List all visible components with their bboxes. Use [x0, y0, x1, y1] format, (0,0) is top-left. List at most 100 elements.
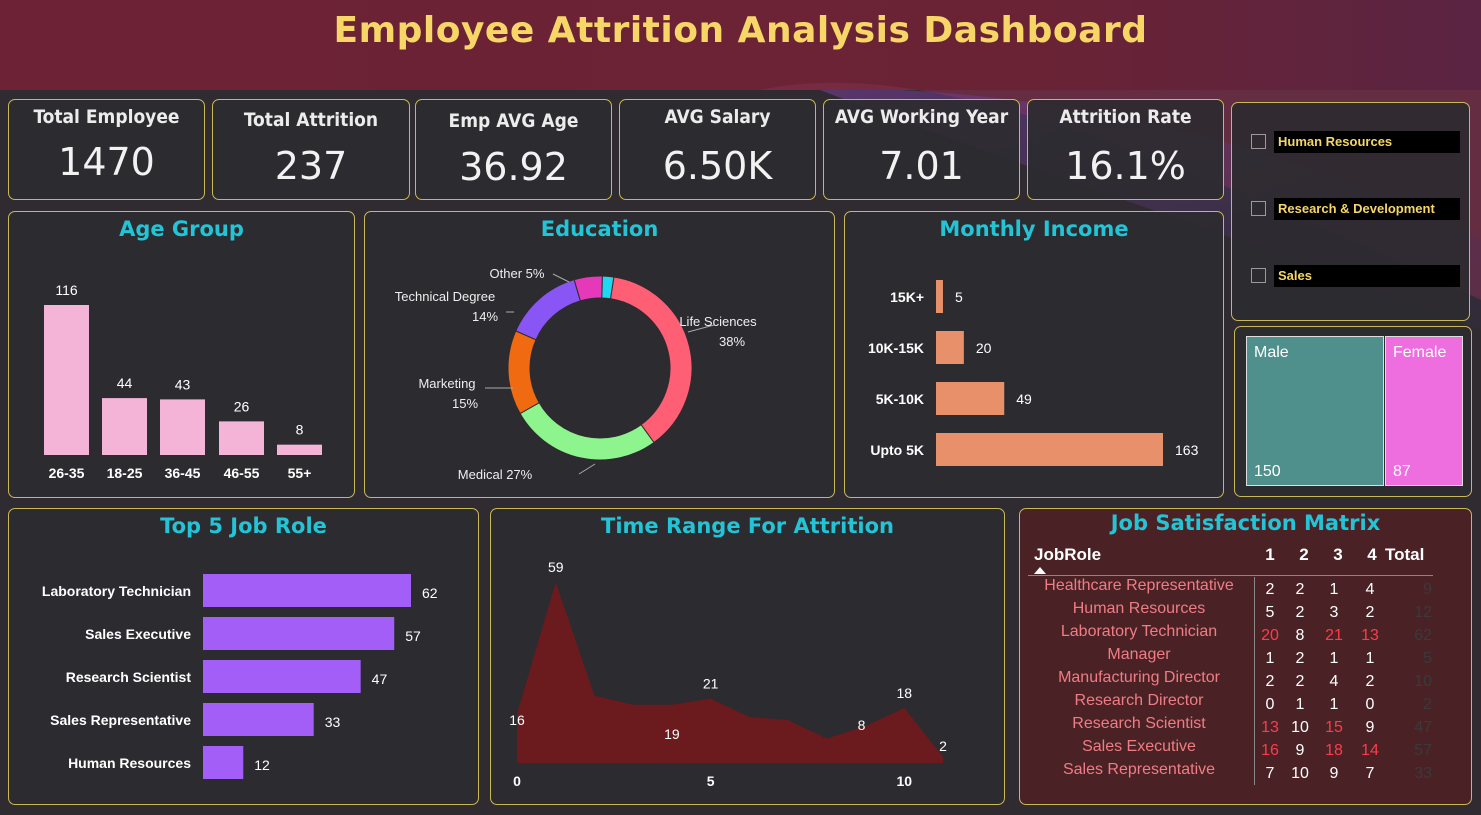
gender-value: 87	[1393, 463, 1411, 480]
education-leader-line	[578, 463, 596, 475]
matrix-row-jobrole: Manager	[1107, 646, 1171, 663]
income-bar-category: 10K-15K	[868, 340, 924, 356]
education-slice-percent: 14%	[472, 309, 498, 324]
matrix-row-jobrole: Research Director	[1074, 692, 1204, 709]
job-role-bar-category: Laboratory Technician	[42, 583, 191, 599]
matrix-header-level: 4	[1367, 545, 1377, 564]
time-range-chart: 16 59 19 21 8 18 2 0 5 10	[509, 559, 947, 789]
gender-label: Male	[1254, 344, 1289, 361]
job-role-bar	[203, 617, 395, 650]
matrix-header-level: 3	[1333, 545, 1343, 564]
job-role-bar-value: 12	[254, 757, 270, 773]
slicer-item-sales[interactable]: Sales	[1248, 264, 1463, 288]
matrix-row-total: 57	[1414, 742, 1432, 759]
checkbox[interactable]	[1251, 201, 1266, 216]
matrix-cell: 7	[1265, 765, 1275, 782]
matrix-cell: 21	[1325, 627, 1343, 644]
kpi-card-avg-salary: AVG Salary 6.50K	[619, 99, 816, 200]
matrix-row-jobrole: Sales Executive	[1082, 738, 1196, 755]
kpi-label: Attrition Rate	[1059, 106, 1192, 128]
age-group-panel: Age Group 116 26-35 44 18-25 43 36-45 26 46-55 8…	[8, 211, 355, 498]
kpi-label: AVG Salary	[664, 106, 771, 128]
income-bar-category: 15K+	[890, 289, 924, 305]
matrix-row-total: 2	[1423, 696, 1432, 713]
income-bar	[936, 433, 1163, 466]
kpi-label: Total Attrition	[243, 109, 379, 131]
age-bar-category: 36-45	[165, 465, 201, 481]
matrix-cell: 20	[1261, 627, 1279, 644]
checkbox[interactable]	[1251, 268, 1266, 283]
matrix-cell: 1	[1365, 650, 1375, 667]
education-slice-label: Medical 27%	[458, 467, 533, 482]
matrix-row-jobrole: Laboratory Technician	[1060, 623, 1218, 640]
matrix-row-total: 33	[1414, 765, 1432, 782]
matrix-cell: 4	[1365, 581, 1375, 598]
matrix-cell: 9	[1295, 742, 1305, 759]
matrix-header-divider	[1028, 575, 1433, 576]
department-slicer: Human Resources Research & Development S…	[1231, 102, 1470, 321]
education-slice	[609, 276, 693, 444]
income-bar-category: Upto 5K	[870, 442, 924, 458]
kpi-value: 16.1%	[1065, 144, 1186, 188]
education-slice-label: Other 5%	[490, 266, 545, 281]
matrix-cell: 1	[1329, 650, 1339, 667]
income-bar-value: 5	[955, 289, 963, 305]
age-bar	[102, 398, 147, 455]
matrix-row-jobrole: Manufacturing Director	[1058, 669, 1220, 686]
matrix-cell: 0	[1265, 696, 1275, 713]
matrix-row-total: 62	[1414, 627, 1432, 644]
matrix-row-total: 47	[1414, 719, 1432, 736]
gender-treemap: Male 150 Female 87	[1234, 326, 1472, 497]
job-role-bar-category: Research Scientist	[66, 669, 192, 685]
education-slice	[507, 330, 540, 415]
kpi-label: Emp AVG Age	[448, 110, 579, 132]
income-bar-category: 5K-10K	[876, 391, 924, 407]
gender-tile-male[interactable]: Male 150	[1246, 336, 1384, 486]
matrix-cell: 2	[1295, 581, 1305, 598]
matrix-cell: 5	[1265, 604, 1275, 621]
kpi-card-avg-working-year: AVG Working Year 7.01	[823, 99, 1020, 200]
attrition-point-label: 16	[509, 712, 525, 728]
attrition-point-label: 19	[664, 726, 680, 742]
matrix-cell: 0	[1365, 696, 1375, 713]
age-bar-value: 116	[55, 282, 78, 298]
monthly-income-chart: 5 15K+ 20 10K-15K 49 5K-10K 163 Upto 5K	[868, 280, 1199, 466]
matrix-cell: 1	[1295, 696, 1305, 713]
slicer-item-label: Human Resources	[1274, 131, 1460, 153]
matrix-cell: 1	[1265, 650, 1275, 667]
education-slice	[519, 401, 655, 461]
job-role-bar	[203, 703, 314, 736]
income-bar	[936, 382, 1005, 415]
age-bar	[44, 305, 89, 455]
age-bar-value: 44	[117, 375, 133, 391]
kpi-card-avg-age: Emp AVG Age 36.92	[415, 99, 612, 200]
checkbox[interactable]	[1251, 134, 1266, 149]
top-job-role-panel: Top 5 Job Role 62 Laboratory Technician 57…	[8, 508, 479, 805]
gender-value: 150	[1254, 463, 1281, 480]
age-bar-category: 26-35	[49, 465, 85, 481]
matrix-cell: 8	[1295, 627, 1305, 644]
sort-ascending-icon[interactable]	[1034, 567, 1046, 574]
slicer-item-research-development[interactable]: Research & Development	[1248, 197, 1463, 221]
time-range-panel: Time Range For Attrition 16 59 19 21 8 18 2 0 5 1…	[490, 508, 1005, 805]
top-job-role-chart: 62 Laboratory Technician 57 Sales Executive…	[42, 574, 438, 779]
kpi-card-total-attrition: Total Attrition 237	[212, 99, 410, 200]
education-slice-label: Life Sciences	[679, 314, 757, 329]
job-role-bar-value: 62	[422, 585, 438, 601]
age-bar-value: 8	[296, 422, 304, 438]
slicer-item-human-resources[interactable]: Human Resources	[1248, 130, 1463, 154]
job-role-bar-value: 33	[325, 714, 341, 730]
matrix-header-level: 2	[1299, 545, 1309, 564]
gender-tile-female[interactable]: Female 87	[1385, 336, 1463, 486]
slicer-item-label: Sales	[1274, 265, 1460, 287]
kpi-value: 6.50K	[662, 144, 773, 188]
matrix-row-jobrole: Healthcare Representative	[1044, 577, 1234, 594]
matrix-cell: 1	[1329, 696, 1339, 713]
education-slice-label: Technical Degree	[395, 289, 495, 304]
age-bar	[219, 421, 264, 455]
kpi-value: 237	[274, 144, 348, 188]
attrition-point-label: 8	[858, 717, 866, 733]
attrition-area	[517, 582, 943, 763]
dashboard-title: Employee Attrition Analysis Dashboard	[333, 10, 1148, 51]
attrition-x-tick: 0	[513, 773, 521, 789]
